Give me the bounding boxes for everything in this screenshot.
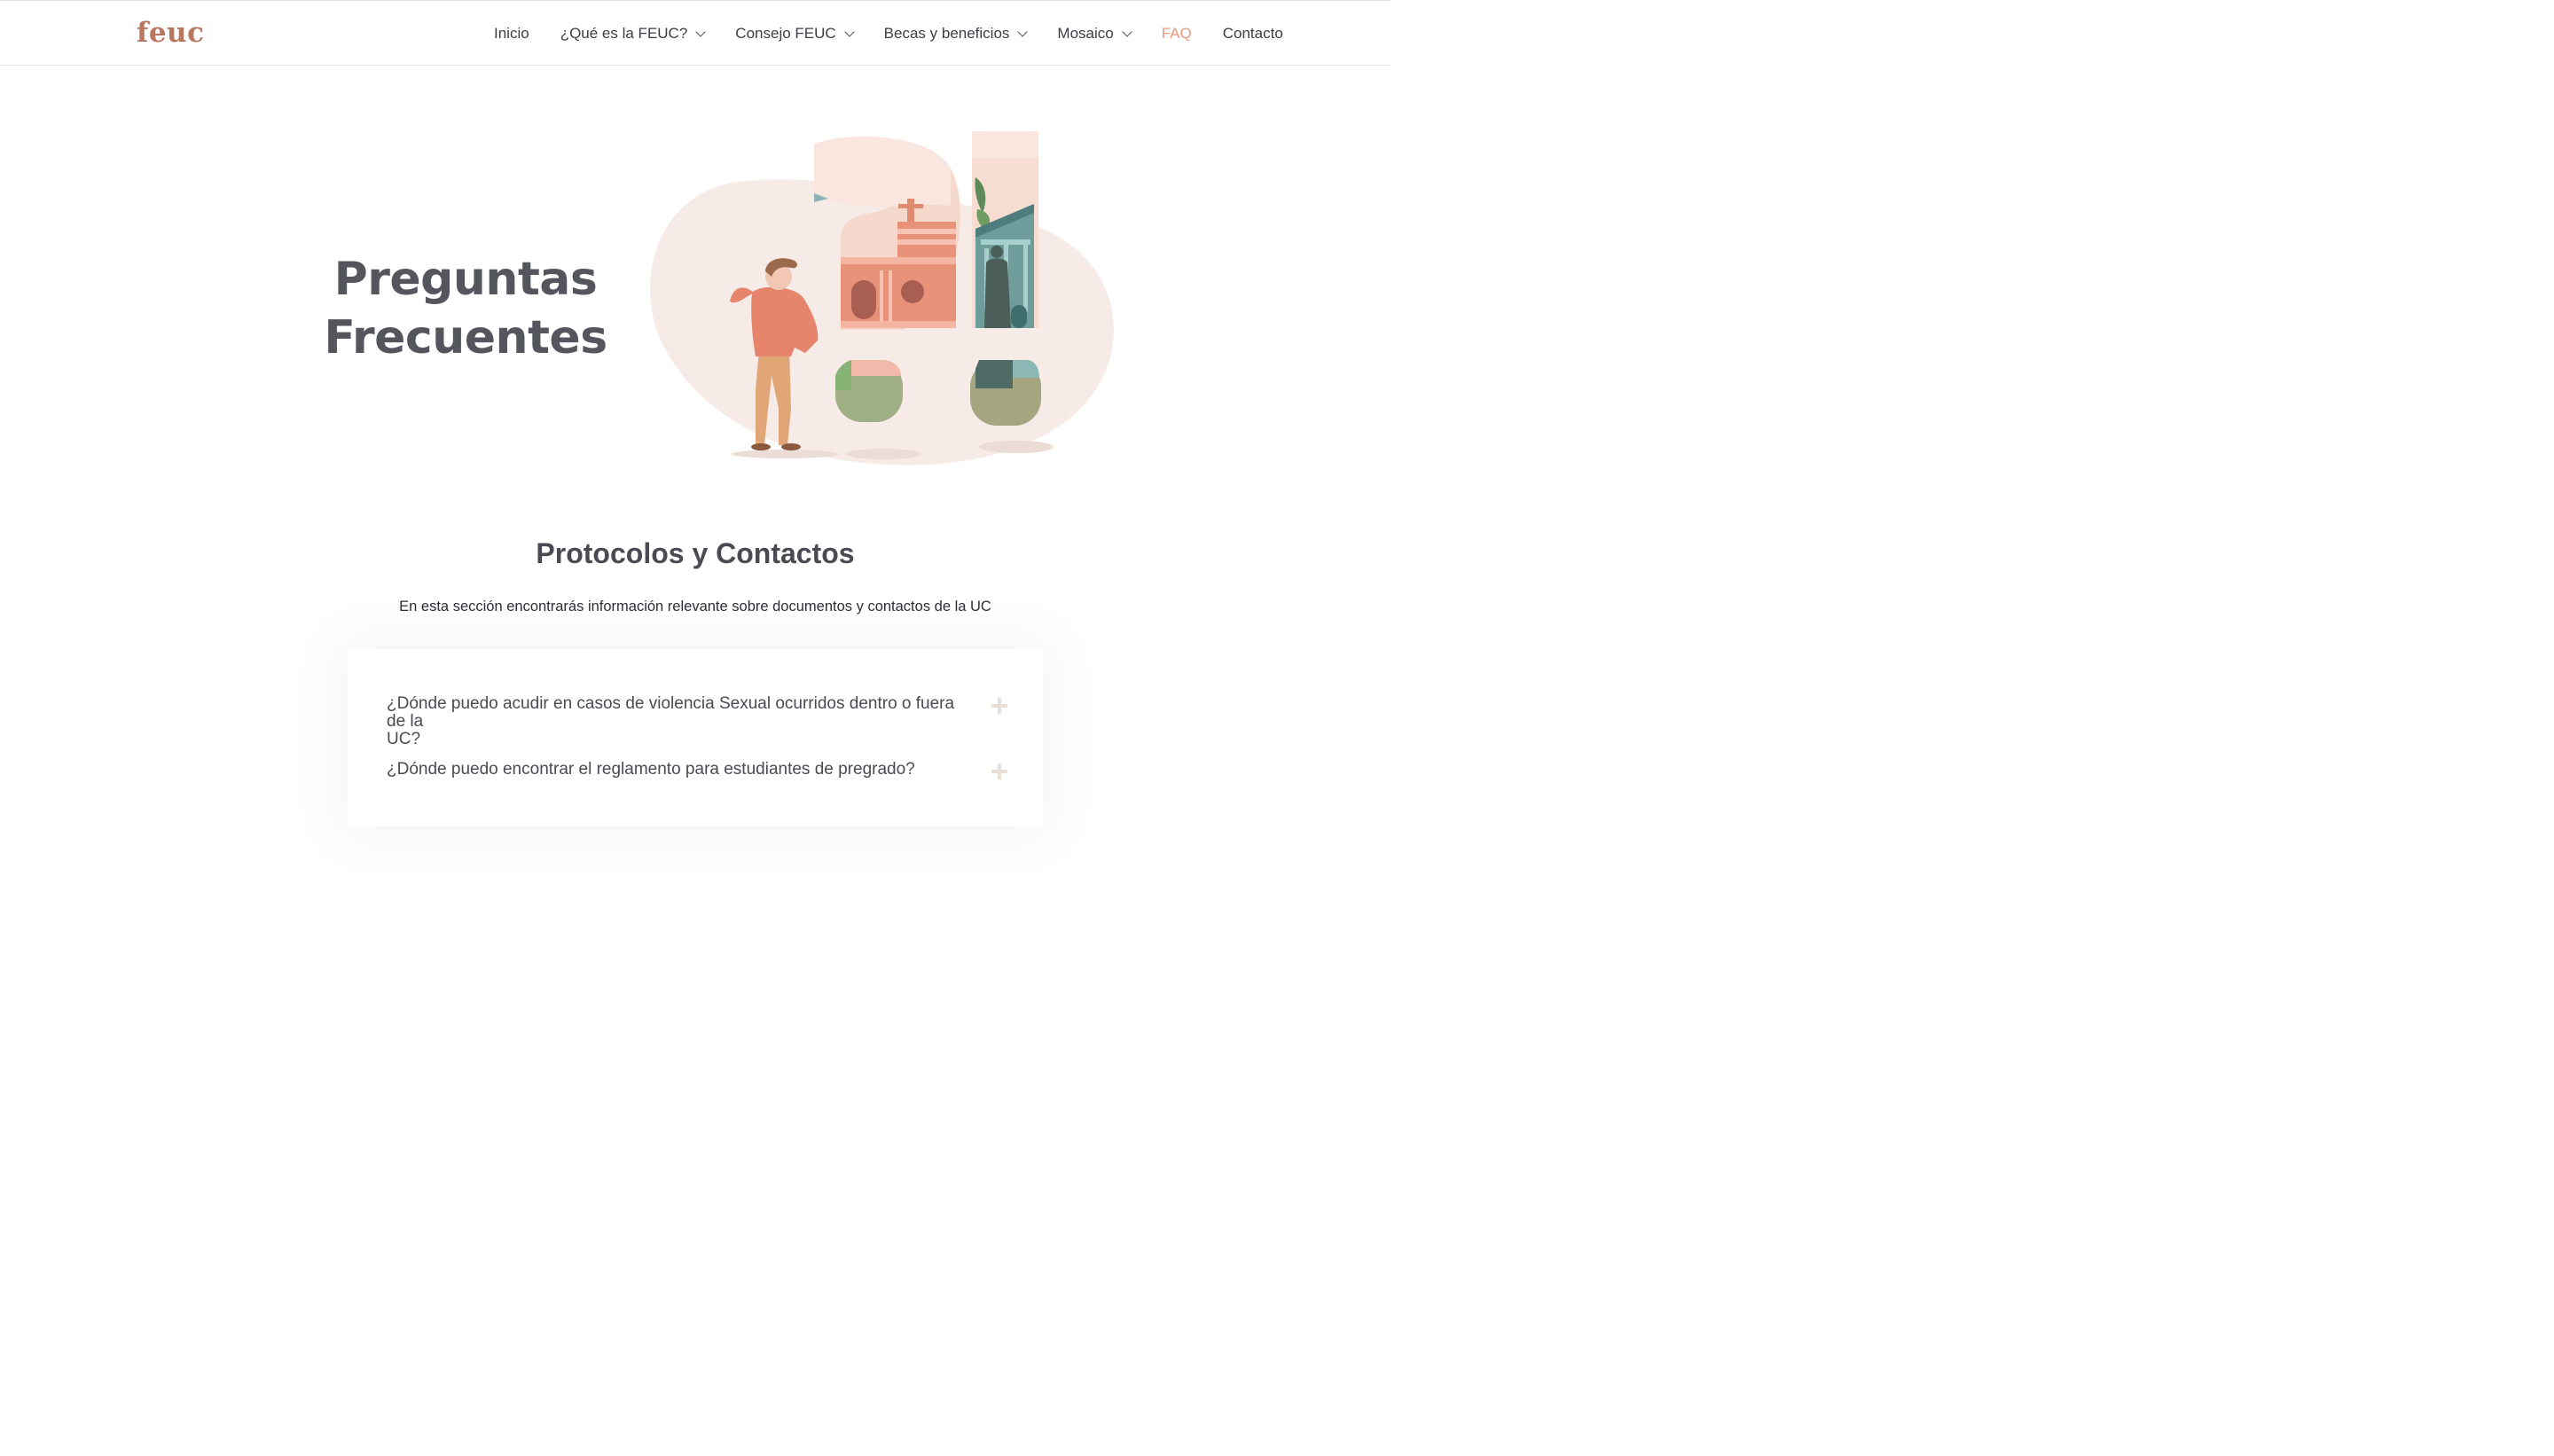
faq-question: ¿Dónde puedo encontrar el reglamento par… bbox=[387, 761, 972, 779]
ground-shadow bbox=[846, 449, 921, 459]
faq-item[interactable]: ¿Dónde puedo acudir en casos de violenci… bbox=[387, 695, 1007, 748]
question-mark-dot bbox=[835, 360, 903, 422]
section-description: En esta sección encontrarás información … bbox=[399, 599, 991, 614]
faq-question-line: ¿Dónde puedo encontrar el reglamento par… bbox=[387, 760, 915, 779]
nav-item-becas[interactable]: Becas y beneficios bbox=[883, 25, 1029, 43]
page-title-line-1: Preguntas bbox=[333, 253, 598, 306]
nav-item-inicio[interactable]: Inicio bbox=[494, 25, 529, 43]
chevron-down-icon bbox=[1122, 26, 1132, 37]
faq-accordion: ¿Dónde puedo acudir en casos de violenci… bbox=[348, 649, 1043, 826]
feuc-logo[interactable]: feuc bbox=[137, 15, 204, 51]
exclamation-mark-dot bbox=[970, 360, 1041, 426]
nav-item-que-es-feuc[interactable]: ¿Qué es la FEUC? bbox=[560, 25, 706, 43]
plus-icon[interactable] bbox=[991, 698, 1007, 714]
nav-item-label: Consejo FEUC bbox=[735, 25, 836, 42]
chevron-down-icon bbox=[1017, 26, 1029, 37]
nav-item-consejo-feuc[interactable]: Consejo FEUC bbox=[735, 25, 855, 43]
chevron-down-icon bbox=[844, 26, 855, 37]
nav-item-contacto[interactable]: Contacto bbox=[1223, 25, 1283, 43]
nav-item-label: Mosaico bbox=[1057, 25, 1114, 42]
nav-item-label: ¿Qué es la FEUC? bbox=[560, 25, 688, 42]
ground-shadow bbox=[732, 450, 838, 458]
nav-item-label: Contacto bbox=[1222, 25, 1283, 42]
nav-item-label: Becas y beneficios bbox=[883, 25, 1010, 42]
ground-shadow bbox=[979, 441, 1054, 453]
nav-item-faq[interactable]: FAQ bbox=[1162, 25, 1192, 43]
section-title: Protocolos y Contactos bbox=[536, 537, 855, 569]
faq-question-line: UC? bbox=[387, 730, 421, 748]
main-nav: Inicio ¿Qué es la FEUC? Consejo FEUC Bec… bbox=[479, 1, 1283, 67]
faq-item[interactable]: ¿Dónde puedo encontrar el reglamento par… bbox=[387, 761, 1007, 779]
nav-item-label: Inicio bbox=[494, 25, 529, 42]
page-title-line-2: Frecuentes bbox=[324, 311, 607, 364]
page-title: Preguntas Frecuentes bbox=[319, 250, 612, 367]
chevron-down-icon bbox=[695, 26, 706, 37]
faq-question-line: ¿Dónde puedo acudir en casos de violenci… bbox=[387, 694, 955, 731]
nav-item-label: FAQ bbox=[1161, 25, 1192, 42]
exclamation-mark-shape bbox=[972, 131, 1038, 328]
nav-item-mosaico[interactable]: Mosaico bbox=[1057, 25, 1132, 43]
faq-question: ¿Dónde puedo acudir en casos de violenci… bbox=[387, 695, 972, 748]
faq-hero-illustration bbox=[649, 131, 1114, 466]
plus-icon[interactable] bbox=[991, 763, 1007, 779]
site-header: feuc Inicio ¿Qué es la FEUC? Consejo FEU… bbox=[0, 0, 1391, 66]
